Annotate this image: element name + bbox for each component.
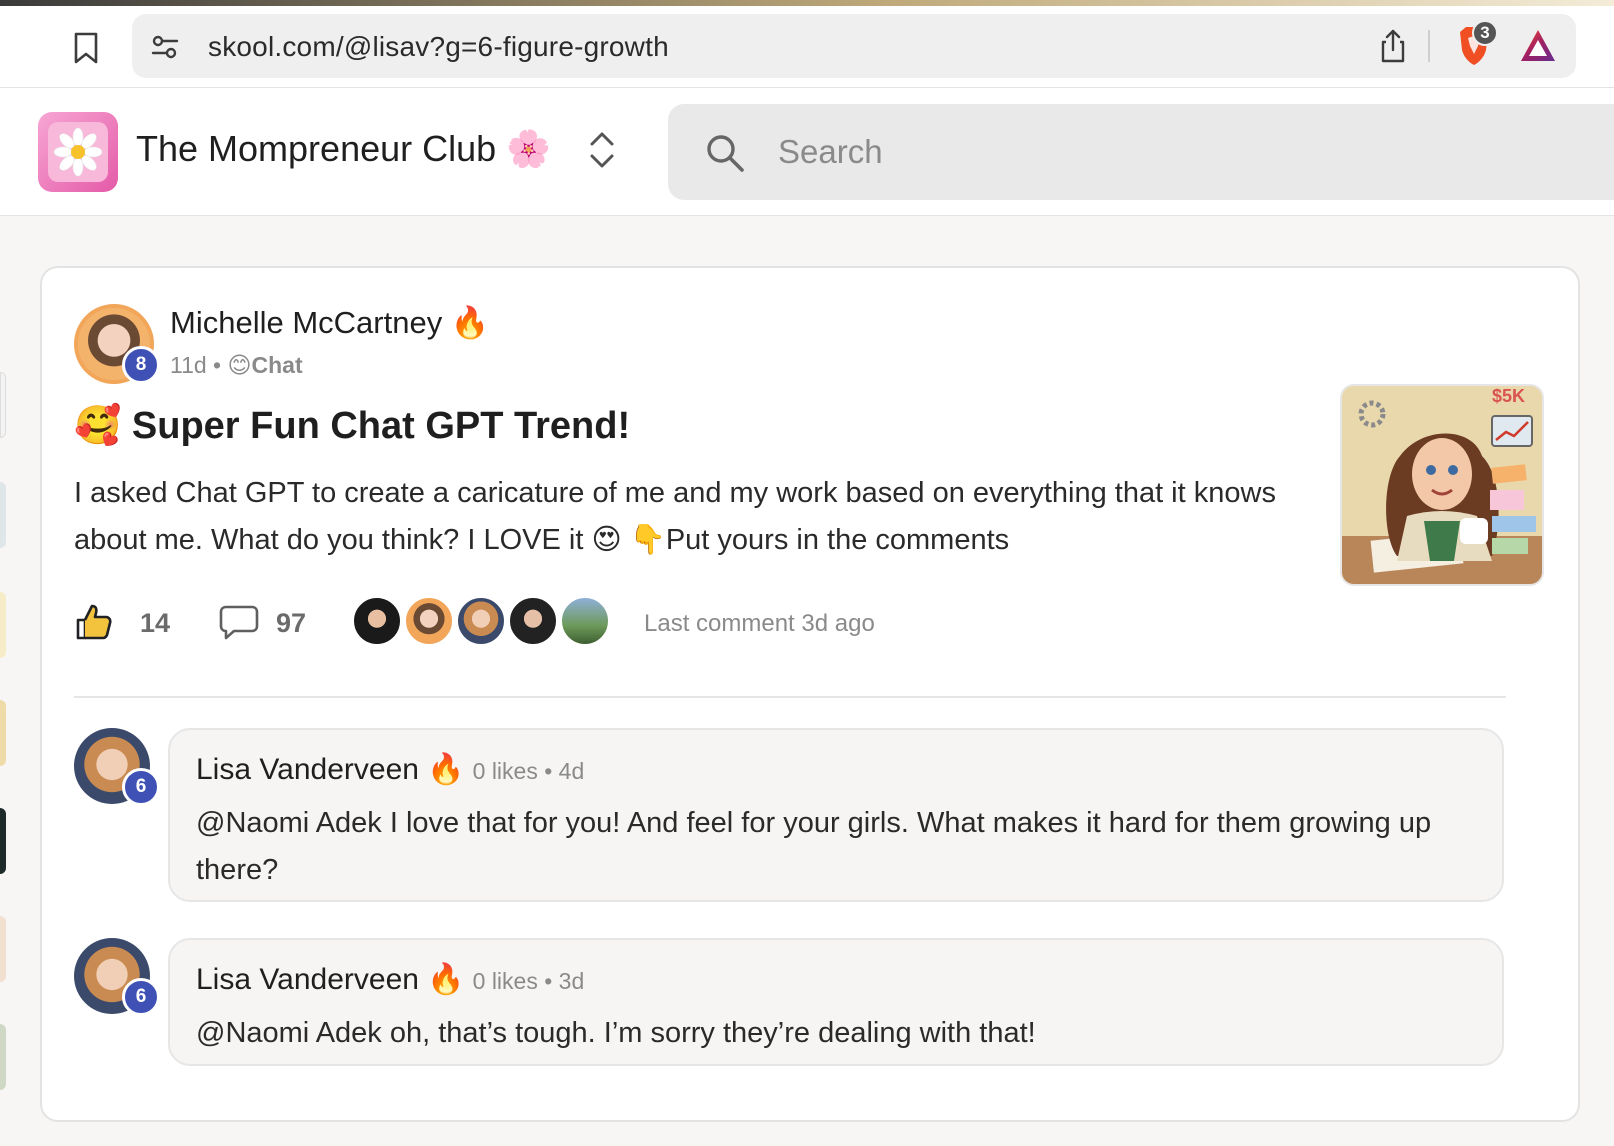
cherry-blossom-emoji: 🌸 [506, 128, 552, 169]
comment-count: 97 [276, 608, 307, 638]
left-edge-item[interactable] [0, 372, 6, 438]
site-settings-icon[interactable] [150, 32, 180, 62]
post-category[interactable]: Chat [252, 352, 303, 378]
comment-header: Lisa Vanderveen 🔥 0 likes • 4d [196, 752, 584, 787]
post-title-text: Super Fun Chat GPT Trend! [131, 405, 631, 447]
commenter-avatar[interactable] [456, 596, 506, 646]
commenter-avatar[interactable] [352, 596, 402, 646]
comment-text: @Naomi Adek I love that for you! And fee… [196, 807, 1432, 886]
brave-shields-count: 3 [1472, 20, 1498, 46]
comment-meta: 0 likes • 3d [472, 968, 585, 994]
group-logo[interactable] [38, 112, 118, 192]
author-level-badge: 8 [122, 346, 160, 384]
post-body: I asked Chat GPT to create a caricature … [74, 477, 1276, 556]
group-name-text: The Mompreneur Club [136, 128, 497, 169]
post-meta: 11d • 😊Chat [170, 352, 303, 379]
left-edge-item[interactable] [0, 482, 6, 548]
post-time: 11d [170, 352, 207, 378]
url-divider [1428, 30, 1430, 62]
post-title[interactable]: 🥰 Super Fun Chat GPT Trend! [74, 404, 630, 448]
post-actions: 14 97 Last comment 3d ago [74, 596, 1534, 652]
daisy-icon [48, 122, 108, 182]
browser-toolbar: skool.com/@lisav?g=6-figure-growth 3 [0, 6, 1614, 88]
brave-rewards-icon[interactable] [1518, 26, 1558, 66]
address-bar[interactable]: skool.com/@lisav?g=6-figure-growth 3 [132, 14, 1576, 78]
fire-emoji: 🔥 [450, 305, 490, 340]
category-emoji: 😊 [227, 352, 252, 378]
thumbs-up-icon[interactable] [74, 602, 114, 642]
title-emoji: 🥰 [74, 405, 122, 447]
post-card: 8 Michelle McCartney 🔥 11d • 😊Chat 🥰 Sup… [40, 266, 1580, 1122]
comment-meta: 0 likes • 4d [472, 758, 585, 784]
comment-bubble: Lisa Vanderveen 🔥 0 likes • 3d @Naomi Ade… [168, 938, 1504, 1066]
left-edge-item[interactable] [0, 700, 6, 766]
left-edge-item[interactable] [0, 916, 6, 982]
left-edge-item[interactable] [0, 808, 6, 874]
app-header: The Mompreneur Club 🌸 [0, 88, 1614, 216]
meta-separator: • [206, 352, 228, 378]
bookmark-icon[interactable] [70, 28, 102, 68]
commenter-avatar[interactable] [508, 596, 558, 646]
commenter-avatar[interactable] [404, 596, 454, 646]
like-count: 14 [140, 608, 171, 638]
comment-header: Lisa Vanderveen 🔥 0 likes • 3d [196, 962, 584, 997]
comment-author[interactable]: Lisa Vanderveen [196, 963, 419, 996]
author-name-text: Michelle McCartney [170, 305, 443, 340]
comment-text: @Naomi Adek oh, that’s tough. I’m sorry … [196, 1017, 1036, 1049]
share-icon[interactable] [1376, 28, 1410, 64]
url-text[interactable]: skool.com/@lisav?g=6-figure-growth [208, 31, 669, 63]
comment-bubble: Lisa Vanderveen 🔥 0 likes • 4d @Naomi Ade… [168, 728, 1504, 902]
fire-emoji: 🔥 [427, 753, 465, 786]
search-bar[interactable] [668, 104, 1614, 200]
left-edge-item[interactable] [0, 1024, 6, 1090]
last-comment-time: Last comment 3d ago [644, 610, 875, 637]
group-switcher-chevron-icon[interactable] [586, 128, 618, 172]
search-input[interactable] [778, 130, 1378, 174]
post-thumbnail-image[interactable]: $5K [1340, 384, 1544, 586]
comment-level-badge: 6 [122, 978, 160, 1016]
comment-level-badge: 6 [122, 768, 160, 806]
left-edge-item[interactable] [0, 592, 6, 658]
post-divider [74, 696, 1506, 698]
svg-text:$5K: $5K [1492, 386, 1525, 406]
comment-icon[interactable] [218, 602, 260, 642]
group-name[interactable]: The Mompreneur Club 🌸 [136, 128, 551, 170]
author-name[interactable]: Michelle McCartney 🔥 [170, 304, 489, 341]
commenter-avatar[interactable] [560, 596, 610, 646]
comment-author[interactable]: Lisa Vanderveen [196, 753, 419, 786]
search-icon [704, 132, 746, 174]
fire-emoji: 🔥 [427, 963, 465, 996]
